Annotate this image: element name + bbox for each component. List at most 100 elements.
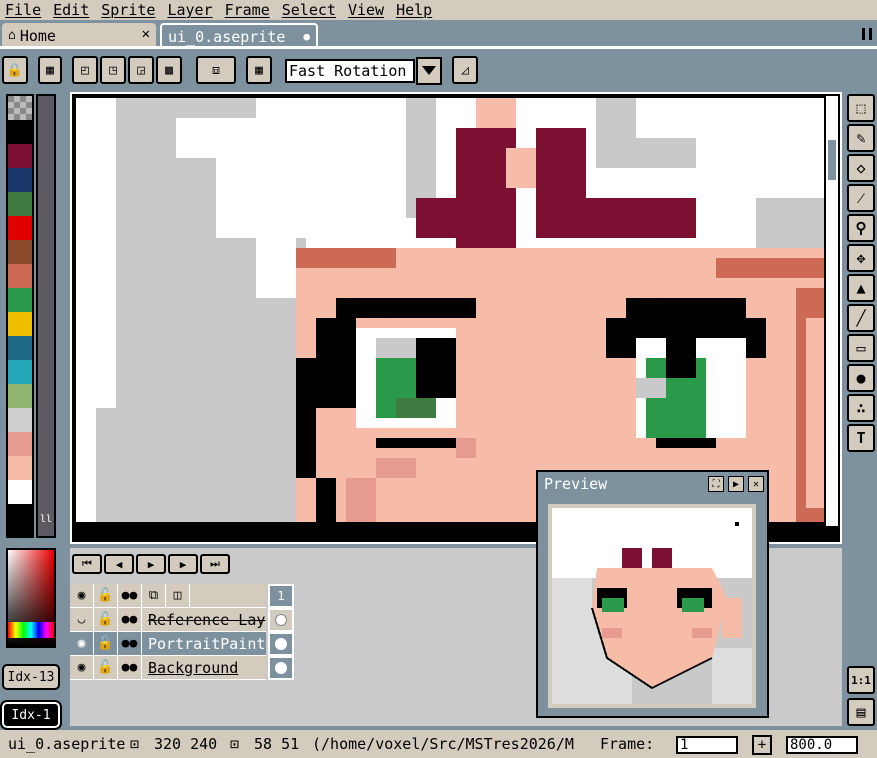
text-icon[interactable]: T	[847, 424, 875, 452]
menu-select[interactable]: Select	[277, 0, 343, 20]
palette-swatch[interactable]	[8, 168, 32, 192]
preview-play-icon[interactable]: ▶	[728, 476, 744, 492]
palette-swatch[interactable]	[8, 408, 32, 432]
bg-color-button[interactable]: Idx-1	[0, 700, 62, 730]
continuous-icon[interactable]: ●●	[118, 655, 142, 680]
menu-layer[interactable]: Layer	[162, 0, 219, 20]
grid-icon[interactable]: ▩	[156, 56, 182, 84]
move-pixels-icon[interactable]: ⧈	[196, 56, 236, 84]
palette-scrollbar[interactable]: ll	[36, 94, 56, 538]
transparent-mask-icon[interactable]: ◰	[72, 56, 98, 84]
layer-name[interactable]: PortraitPaint	[142, 635, 266, 653]
chevron-down-icon[interactable]	[416, 57, 442, 85]
palette-swatch[interactable]	[8, 216, 32, 240]
rectangle-icon[interactable]: ▭	[847, 334, 875, 362]
pencil-icon[interactable]: ✎	[847, 124, 875, 152]
home-icon: ⌂	[8, 28, 16, 43]
tabs-menu-icon[interactable]	[862, 28, 872, 40]
pivot-icon[interactable]: ◿	[452, 56, 478, 84]
first-frame-icon[interactable]: ⏮	[72, 554, 102, 574]
canvas-art[interactable]	[76, 98, 824, 522]
last-frame-icon[interactable]: ⏭	[200, 554, 230, 574]
palette-swatch[interactable]	[8, 192, 32, 216]
new-frame-button[interactable]: +	[752, 735, 772, 755]
unsaved-dot-icon[interactable]: ●	[303, 30, 310, 43]
contiguous-icon[interactable]: ◲	[128, 56, 154, 84]
palette-swatch[interactable]	[8, 360, 32, 384]
continuous-icon[interactable]: ●●	[118, 631, 142, 656]
frame-header[interactable]: 1	[268, 584, 294, 608]
padlock-icon[interactable]: 🔓	[94, 583, 118, 608]
layer-name[interactable]: Reference Lay	[142, 611, 266, 629]
snap-grid-icon[interactable]: ▦	[246, 56, 272, 84]
palette-swatch[interactable]	[8, 240, 32, 264]
zoom-icon[interactable]: ⚲	[847, 214, 875, 242]
lock-icon[interactable]: 🔒	[2, 56, 28, 84]
layer-group-icon[interactable]: ⧉	[142, 583, 166, 608]
padlock-icon[interactable]: 🔓	[94, 631, 118, 656]
continuous-icon[interactable]: ●●	[118, 607, 142, 632]
play-icon[interactable]: ▶	[136, 554, 166, 574]
actual-size-icon[interactable]: 1:1	[847, 666, 875, 694]
palette-swatch[interactable]	[8, 312, 32, 336]
prev-frame-icon[interactable]: ◀	[104, 554, 134, 574]
zoom-input[interactable]: 800.0	[786, 736, 858, 754]
pixel-perfect-icon[interactable]: ▦	[38, 56, 62, 84]
tab-file[interactable]: ui_0.aseprite ●	[160, 23, 318, 48]
eye-icon[interactable]: ◉	[70, 631, 94, 656]
tab-home[interactable]: ⌂ Home ✕	[2, 23, 156, 48]
rotation-algorithm-select[interactable]: Fast Rotation	[285, 59, 415, 83]
next-frame-icon[interactable]: ▶	[168, 554, 198, 574]
layer-name[interactable]: Background	[142, 659, 266, 677]
palette-swatch[interactable]	[8, 456, 32, 480]
menu-edit[interactable]: Edit	[48, 0, 96, 20]
frame-input[interactable]: 1	[676, 736, 738, 754]
palette-swatch[interactable]	[8, 432, 32, 456]
marquee-select-icon[interactable]: ⬚	[847, 94, 875, 122]
fg-color-button[interactable]: Idx-13	[2, 664, 60, 690]
status-filename: ui_0.aseprite	[8, 735, 126, 753]
menu-help[interactable]: Help	[391, 0, 439, 20]
menu-file[interactable]: File	[0, 0, 48, 20]
palette-swatch[interactable]	[8, 384, 32, 408]
eraser-icon[interactable]: ◇	[847, 154, 875, 182]
preview-window[interactable]: Preview ⛶ ▶ ✕	[536, 470, 769, 718]
move-icon[interactable]: ✥	[847, 244, 875, 272]
close-icon[interactable]: ✕	[142, 26, 150, 42]
preview-image[interactable]	[548, 504, 756, 708]
palette-swatch[interactable]	[8, 480, 32, 504]
palette-swatch[interactable]	[8, 264, 32, 288]
hue-bar[interactable]	[8, 622, 54, 638]
eye-icon[interactable]: ◉	[70, 655, 94, 680]
palette-swatch[interactable]	[8, 288, 32, 312]
palette-swatch[interactable]	[8, 336, 32, 360]
menu-sprite[interactable]: Sprite	[96, 0, 162, 20]
preview-mode-icon[interactable]: ⛶	[708, 476, 724, 492]
eye-icon[interactable]: ◉	[70, 583, 94, 608]
paint-bucket-icon[interactable]: ▲	[847, 274, 875, 302]
layer-row-reference[interactable]: ◡ 🔓 ●● Reference Lay	[70, 607, 266, 632]
cel-cell[interactable]	[268, 656, 294, 680]
layer-row-portraitpaint[interactable]: ◉ 🔓 ●● PortraitPaint	[70, 631, 266, 656]
opaque-mask-icon[interactable]: ◳	[100, 56, 126, 84]
contour-icon[interactable]: ●	[847, 364, 875, 392]
menu-frame[interactable]: Frame	[220, 0, 277, 20]
eyedropper-icon[interactable]: ⁄	[847, 184, 875, 212]
layer-row-background[interactable]: ◉ 🔓 ●● Background	[70, 655, 266, 680]
transparent-swatch[interactable]	[8, 96, 32, 120]
eye-closed-icon[interactable]: ◡	[70, 607, 94, 632]
close-icon[interactable]: ✕	[748, 476, 764, 492]
padlock-icon[interactable]: 🔓	[94, 607, 118, 632]
canvas-scroll-thumb[interactable]	[828, 140, 836, 180]
cel-cell[interactable]	[268, 632, 294, 656]
palette-swatch[interactable]	[8, 120, 32, 144]
cel-cell[interactable]	[268, 608, 294, 632]
line-icon[interactable]: ╱	[847, 304, 875, 332]
padlock-icon[interactable]: 🔓	[94, 655, 118, 680]
continuous-icon[interactable]: ●●	[118, 583, 142, 608]
blur-icon[interactable]: ∴	[847, 394, 875, 422]
menu-view[interactable]: View	[343, 0, 391, 20]
link-icon[interactable]: ◫	[166, 583, 190, 608]
film-icon[interactable]: ▤	[847, 698, 875, 726]
palette-swatch[interactable]	[8, 144, 32, 168]
